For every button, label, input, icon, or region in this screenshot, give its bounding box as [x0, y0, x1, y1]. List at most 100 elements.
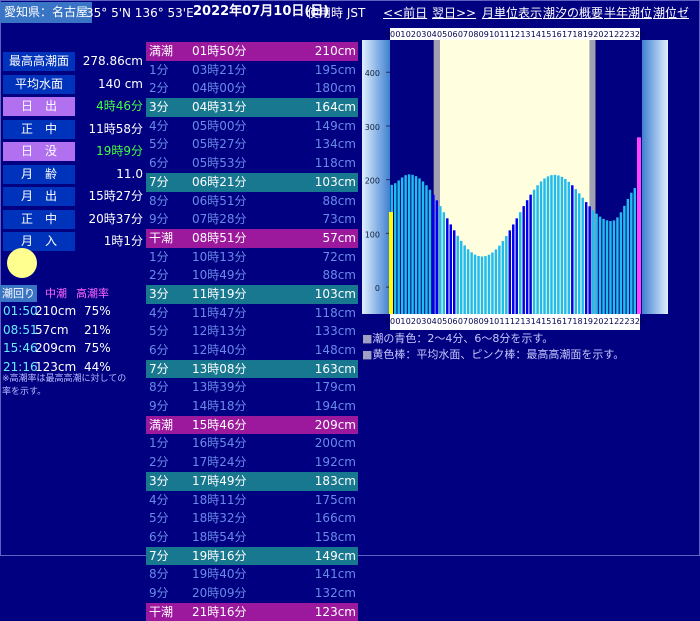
- tide-type: 中潮: [45, 287, 67, 300]
- row-time: 17時49分: [192, 473, 247, 488]
- monthly-view-link[interactable]: 月単位表示: [482, 3, 542, 23]
- tide-bar: [567, 181, 571, 314]
- y-tick-label: 0: [375, 284, 380, 293]
- legend-line-2: ■黄色棒：平均水面、ピンク棒：最高高潮面を示す。: [362, 348, 625, 361]
- row-time: 14時18分: [192, 399, 247, 414]
- tide-turn-label: 潮回り: [0, 285, 37, 302]
- prev-day-link[interactable]: <<前日: [383, 3, 427, 23]
- row-label: 干潮: [149, 230, 174, 245]
- info-label: 平均水面: [3, 74, 75, 94]
- row-label: 2分: [149, 268, 169, 283]
- info-row: 月 出 15時27分: [3, 187, 143, 208]
- tide-bar: [442, 212, 446, 314]
- row-label: 5分: [149, 137, 169, 152]
- x-tick-label-bottom: 13: [520, 317, 530, 326]
- row-height: 183cm: [314, 473, 356, 488]
- row-label: 9分: [149, 585, 169, 600]
- row-time: 16時54分: [192, 436, 247, 451]
- row-label: 2分: [149, 81, 169, 96]
- x-tick-label-top: 11: [499, 30, 509, 39]
- info-value: 11.0: [116, 166, 143, 181]
- x-tick-label-top: 24: [635, 30, 645, 39]
- row-time: 11時47分: [192, 305, 247, 320]
- row-height: 148cm: [314, 343, 356, 357]
- row-time: 01時50分: [192, 44, 247, 58]
- tide-bar: [581, 197, 584, 314]
- tide-bar: [512, 224, 515, 314]
- tide-bar: [459, 240, 463, 314]
- tide-bar: [630, 192, 633, 314]
- row-time: 04時31分: [192, 100, 247, 115]
- tide-bar: [595, 213, 598, 314]
- row-time: 08時51分: [192, 230, 247, 245]
- x-tick-label-bottom: 05: [437, 317, 447, 326]
- tide-turn-row: 08:51 57cm 21%: [0, 321, 140, 340]
- x-tick-label-bottom: 11: [499, 317, 509, 326]
- y-tick-label: 100: [365, 230, 380, 239]
- info-row: 日 没 19時9分: [3, 142, 143, 163]
- row-time: 18時54分: [192, 529, 247, 544]
- row-height: 179cm: [314, 380, 356, 395]
- x-tick-label-bottom: 09: [479, 317, 489, 326]
- row-height: 192cm: [314, 455, 356, 470]
- row-label: 8分: [149, 380, 169, 395]
- row-height: 210cm: [314, 44, 356, 58]
- row-height: 73cm: [322, 212, 356, 227]
- half-year-link[interactable]: 半年潮位: [604, 3, 652, 23]
- x-tick-label-top: 23: [624, 30, 634, 39]
- x-tick-label-bottom: 06: [447, 317, 457, 326]
- info-row: 正 中 11時58分: [3, 119, 143, 141]
- row-time: 18時11分: [192, 492, 247, 507]
- x-tick-label-bottom: 08: [468, 317, 478, 326]
- table-row: 4分 11時47分 118cm: [146, 304, 358, 323]
- next-day-link[interactable]: 翌日>>: [432, 3, 476, 23]
- row-label: 8分: [149, 567, 169, 582]
- tide-bar: [400, 177, 404, 314]
- chart-legend: ■潮の青色：2～4分、6～8分を示す。 ■黄色棒：平均水面、ピンク棒：最高高潮面…: [362, 331, 624, 363]
- table-row: 6分 05時53分 118cm: [146, 154, 358, 173]
- x-tick-label-bottom: 07: [458, 317, 468, 326]
- coordinates: 35° 5'N 136° 53'E: [86, 6, 194, 20]
- tide-bar: [463, 245, 466, 314]
- table-row: 2分 17時24分 192cm: [146, 453, 358, 472]
- row-label: 7分: [149, 361, 169, 376]
- y-tick-label: 300: [365, 123, 380, 132]
- x-tick-label-top: 01: [395, 30, 405, 39]
- table-row: 干潮 21時16分 123cm: [146, 602, 358, 621]
- row-height: 149cm: [314, 118, 356, 133]
- info-value: 15時27分: [88, 189, 143, 203]
- timezone-label: 使用時 JST: [307, 6, 366, 20]
- tide-bar: [498, 245, 501, 314]
- row-time: 10時49分: [192, 268, 247, 283]
- tide-bar: [446, 218, 449, 314]
- info-value: 11時58分: [88, 121, 143, 136]
- tide-bar: [574, 189, 577, 314]
- tide-bar: [602, 218, 605, 314]
- row-label: 満潮: [149, 44, 174, 58]
- row-label: 8分: [149, 193, 169, 208]
- tide-bar: [428, 189, 432, 314]
- x-tick-label-bottom: 23: [624, 317, 634, 326]
- row-label: 干潮: [149, 604, 174, 619]
- row-time: 20時09分: [192, 585, 247, 600]
- table-row: 4分 05時00分 149cm: [146, 117, 358, 136]
- row-height: 180cm: [314, 81, 356, 96]
- info-row: 正 中 20時37分: [3, 209, 143, 231]
- tide-bar: [466, 249, 470, 314]
- tide-bar: [480, 256, 484, 314]
- tide-bar: [473, 254, 477, 314]
- table-row: 1分 16時54分 200cm: [146, 434, 358, 453]
- location-label[interactable]: 愛知県：名古屋: [0, 2, 93, 23]
- tide-bar: [449, 224, 452, 314]
- row-label: 4分: [149, 492, 169, 507]
- tide-bar: [623, 205, 626, 314]
- tide-bar: [564, 178, 567, 314]
- tide-bar: [557, 175, 560, 314]
- x-tick-label-bottom: 18: [572, 317, 582, 326]
- tide-overview-link[interactable]: 潮汐の概要: [543, 3, 603, 23]
- tide-bar: [612, 220, 616, 314]
- row-label: 1分: [149, 249, 169, 264]
- x-tick-label-top: 08: [468, 30, 478, 39]
- table-row: 5分 18時32分 166cm: [146, 509, 358, 528]
- tide-bar: [546, 176, 550, 314]
